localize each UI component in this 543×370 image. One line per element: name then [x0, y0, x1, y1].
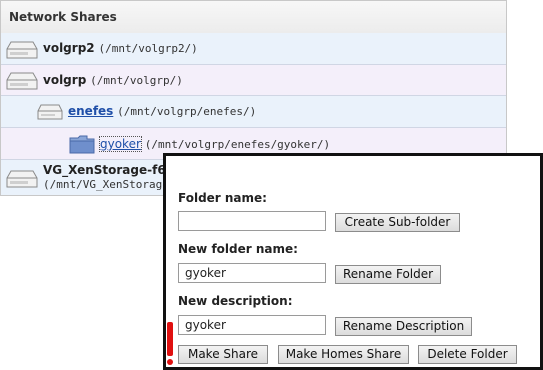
make-homes-share-button[interactable]: Make Homes Share [278, 345, 409, 364]
share-name: volgrp [43, 73, 87, 87]
new-folder-name-label: New folder name: [178, 242, 298, 256]
share-name: VG_XenStorage-f6 [43, 163, 166, 177]
create-subfolder-button[interactable]: Create Sub-folder [335, 213, 460, 232]
share-path: (/mnt/volgrp/enefes/) [117, 105, 257, 118]
make-share-button[interactable]: Make Share [178, 345, 268, 364]
share-path: (/mnt/volgrp/enefes/gyoker/) [144, 138, 331, 151]
folder-icon [69, 135, 95, 154]
new-folder-name-input[interactable] [178, 263, 326, 283]
share-path: (/mnt/volgrp/) [90, 74, 183, 87]
new-description-input[interactable] [178, 315, 326, 335]
drive-icon [6, 170, 38, 188]
drive-icon [6, 72, 38, 90]
new-description-label: New description: [178, 294, 293, 308]
share-row-volgrp2[interactable]: volgrp2 (/mnt/volgrp2/) [1, 33, 506, 65]
share-path: (/mnt/VG_XenStorage [43, 178, 169, 191]
folder-actions-popup: Folder name: Create Sub-folder New folde… [163, 153, 543, 370]
rename-folder-button[interactable]: Rename Folder [335, 265, 441, 284]
share-name: volgrp2 [43, 41, 95, 55]
share-link-enefes[interactable]: enefes [68, 104, 113, 118]
drive-icon [37, 104, 63, 120]
folder-name-label: Folder name: [178, 191, 267, 205]
rename-description-button[interactable]: Rename Description [335, 317, 472, 336]
panel-title: Network Shares [1, 1, 506, 34]
share-row-enefes[interactable]: enefes (/mnt/volgrp/enefes/) [1, 96, 506, 128]
share-link-gyoker[interactable]: gyoker [99, 136, 142, 152]
share-path: (/mnt/volgrp2/) [98, 42, 198, 55]
drive-icon [6, 41, 38, 59]
share-row-volgrp[interactable]: volgrp (/mnt/volgrp/) [1, 65, 506, 96]
red-marker-icon [167, 322, 173, 365]
delete-folder-button[interactable]: Delete Folder [418, 345, 517, 364]
folder-name-input[interactable] [178, 211, 326, 231]
